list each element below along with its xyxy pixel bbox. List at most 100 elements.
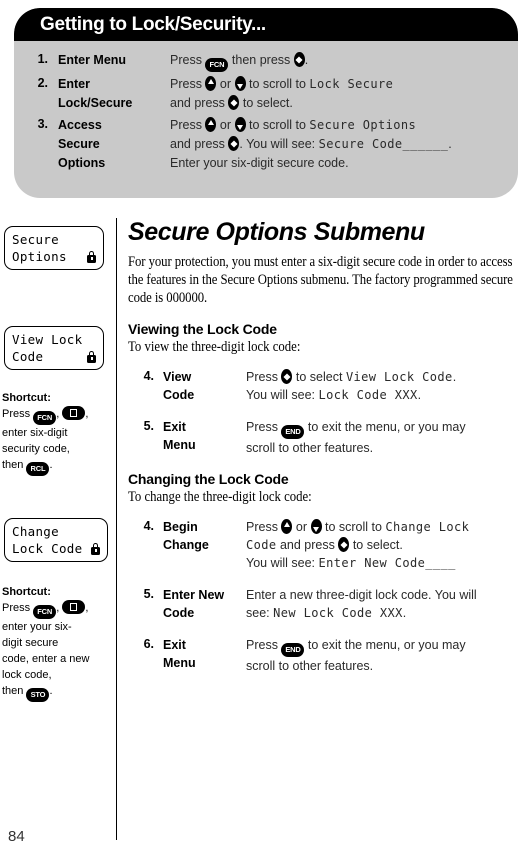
text-run: to scroll to [245,77,310,91]
lock-icon [91,542,100,555]
text-run: . [304,53,309,67]
step-description-line: Code and press to select. [246,536,520,554]
lcd-display-line: View Lock [12,331,96,348]
text-run: and press [170,96,229,110]
text-run: Press [2,408,34,420]
key-down-icon [234,76,246,91]
diamond-icon [230,98,238,107]
shortcut-note: Shortcut: Press FCN, , enter six-digit secu… [0,390,112,476]
text-run: Press [246,638,282,652]
step-row: 4. View Code Press to select View Lock Code… [128,368,520,404]
text-run: . [49,685,53,697]
key-sto-icon: STO [26,688,50,702]
step-description-line: Enter your six-digit secure code. [170,154,510,173]
diamond-icon [295,55,303,64]
lcd-display-box: View Lock Code [4,326,104,370]
step-label-line: Code [163,606,195,620]
section-intro: To view the three-digit lock code: [128,339,301,355]
step-description-line: and press . You will see: Secure Code___… [170,135,510,154]
shortcut-title: Shortcut: [2,392,51,404]
page-title: Secure Options Submenu [128,218,425,246]
text-run: code, enter a new [2,653,90,665]
lcd-display-line: Code [12,348,96,365]
zero-box-icon [70,603,78,611]
lcd-display-line: Lock Code [12,540,100,557]
key-select-icon [338,537,350,552]
lock-keyhole-icon [90,357,93,360]
step-description: Press or to scroll to Lock Secure and pre… [170,75,518,113]
shortcut-line: code, enter a new [2,651,112,667]
step-description: Press END to exit the menu, or you may sc… [246,636,520,675]
callout-steps: 1. Enter Menu Press FCN then press . 2. Ente… [14,41,518,173]
text-run: Press [170,118,206,132]
text-run: You will see: [246,556,319,570]
lcd-display-label: Lock Code [12,541,83,556]
lcd-display-label: View Lock [12,332,83,347]
text-run: . [417,388,422,402]
step-row: 1. Enter Menu Press FCN then press . [14,51,518,72]
text-run: Press [170,53,206,67]
step-label-line: Options [58,156,106,170]
text-run: security code, [2,443,70,455]
step-row: 5. Enter New Code Enter a new three-digit l… [128,586,520,622]
text-run: to exit the menu, or you may [304,420,466,434]
step-label: Begin Change [154,518,246,554]
step-description: Press to select View Lock Code. You will … [246,368,520,404]
step-description-line: scroll to other features. [246,657,520,675]
lcd-display-box: Change Lock Code [4,518,108,562]
diamond-icon [283,372,291,381]
triangle-up-icon [207,78,214,84]
step-number: 4. [143,519,154,533]
lcd-display-line: Change [12,523,100,540]
step-description: Press END to exit the menu, or you may sc… [246,418,520,457]
lcd-display-line: Secure [12,231,96,248]
callout-title: Getting to Lock/Security... [40,13,266,35]
text-run: Enter a new three-digit lock code. You w… [246,588,477,602]
text-run: , [85,408,89,420]
text-run: to scroll to [245,118,310,132]
lock-keyhole-icon [90,257,93,260]
step-label: Exit Menu [154,636,246,672]
triangle-up-icon [207,119,214,125]
lcd-display-text: Secure Options [309,118,417,132]
key-rcl-icon: RCL [26,462,50,476]
key-fcn-icon: FCN [33,411,57,425]
text-run: see: [246,606,274,620]
step-label-line: Enter [58,77,90,91]
step-label: Exit Menu [154,418,246,454]
key-fcn-icon: FCN [33,605,57,619]
text-run: to select. [349,538,403,552]
triangle-down-icon [237,83,243,89]
step-description-line: Press to select View Lock Code. [246,368,520,386]
step-number: 5. [143,419,154,433]
shortcut-line: then RCL. [2,457,112,476]
step-label-line: View [163,370,192,384]
lcd-display-text: New Lock Code XXX [273,606,403,620]
shortcut-line: lock code, [2,667,112,683]
text-run: then press [228,53,294,67]
text-run: . [452,370,457,384]
shortcut-line: then STO. [2,683,112,702]
lock-icon [87,250,96,263]
getting-to-lock-security-callout: Getting to Lock/Security... 1. Enter Menu… [14,8,518,198]
step-label-line: Menu [163,656,196,670]
step-row: 4. Begin Change Press or to scroll to Chang… [128,518,520,572]
shortcut-note: Shortcut: Press FCN, , enter your six-digi… [0,584,112,702]
step-description: Press or to scroll to Secure Options and … [170,116,518,173]
step-label: Access Secure Options [48,116,170,173]
section-steps: 4. View Code Press to select View Lock Code… [128,368,520,457]
zero-box-icon [70,409,78,417]
text-run: or [216,118,235,132]
step-label-line: Lock/Secure [58,96,133,110]
shortcut-title: Shortcut: [2,586,51,598]
text-run: Press [246,420,282,434]
text-run: . [448,137,452,151]
step-description-line: scroll to other features. [246,439,520,457]
step-label: View Code [154,368,246,404]
sections: Viewing the Lock Code To view the three-d… [128,321,520,675]
text-run: to select [292,370,346,384]
step-label-line: Secure [58,137,100,151]
section-intro: To change the three-digit lock code: [128,489,312,505]
lcd-display-text: Code [246,538,277,552]
lcd-display-label: Secure [12,232,59,247]
